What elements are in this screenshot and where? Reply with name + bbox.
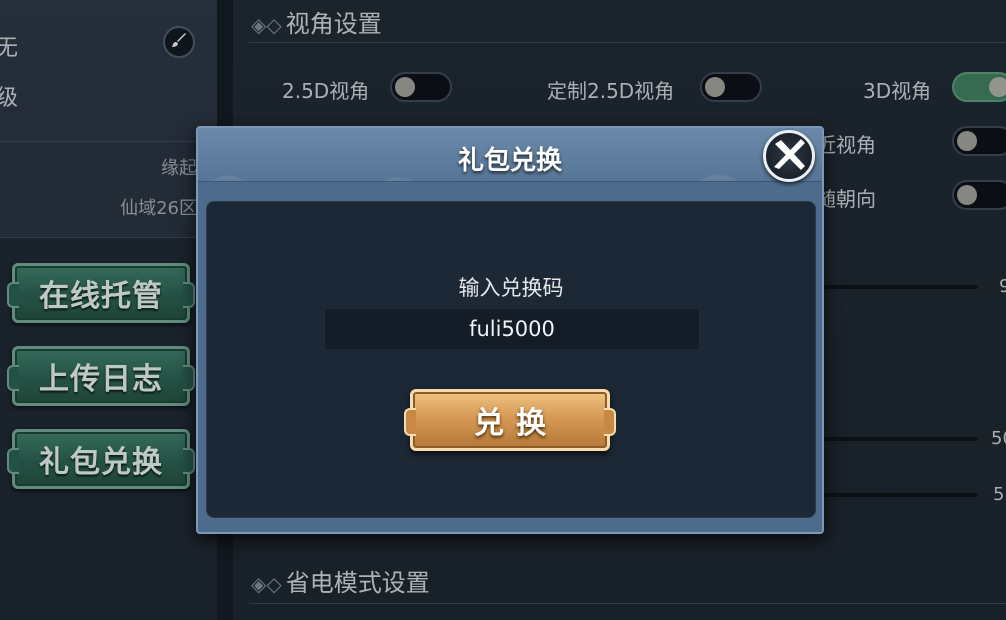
redeem-code-input[interactable] <box>325 309 699 349</box>
redeem-button[interactable]: 兑换 <box>404 389 616 451</box>
gift-code-dialog: 礼包兑换 输入兑换码 兑换 <box>196 126 824 534</box>
dialog-body: 输入兑换码 兑换 <box>206 201 816 518</box>
close-icon <box>771 136 807 176</box>
code-prompt: 输入兑换码 <box>458 276 564 300</box>
dialog-header: 礼包兑换 <box>198 128 822 182</box>
close-button[interactable] <box>763 130 815 182</box>
dialog-title: 礼包兑换 <box>457 146 562 176</box>
